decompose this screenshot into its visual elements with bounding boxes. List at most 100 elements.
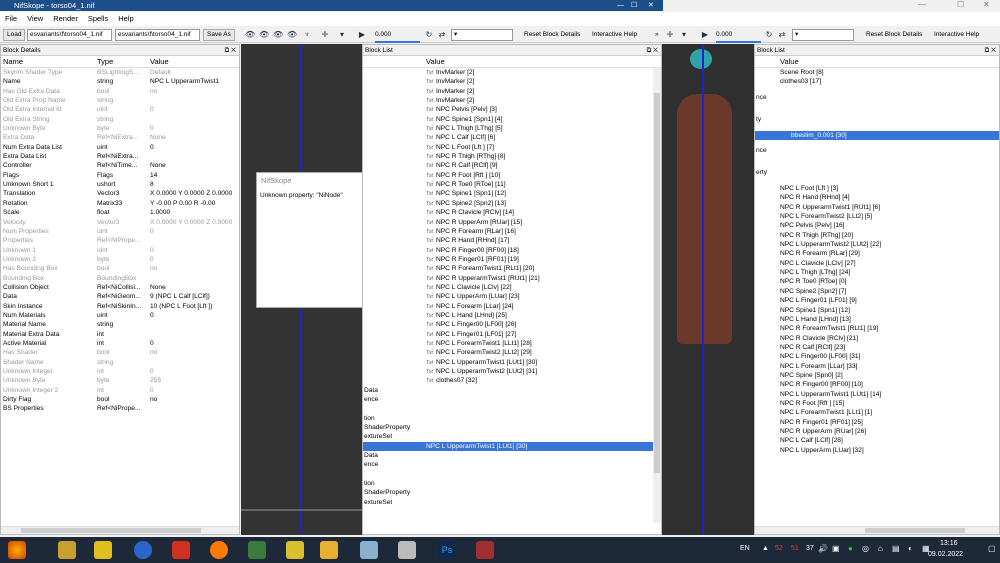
bone-icon[interactable]: ♆: [302, 30, 312, 40]
animation-select[interactable]: ▾: [792, 29, 854, 41]
detail-row[interactable]: Old Extra String string: [1, 115, 239, 124]
loop-icon[interactable]: ↻: [764, 30, 774, 40]
load-path-field[interactable]: esvariants\f\torso04_1.nif: [27, 29, 112, 41]
clock-time[interactable]: 13:16: [940, 540, 958, 547]
detail-row[interactable]: Name string NPC L UpperarmTwist1: [1, 77, 239, 86]
detail-row[interactable]: Unknown Short 1 ushort 8: [1, 180, 239, 189]
block-row[interactable]: Txt NPC L ForearmTwist2 [LLt2] [29]: [363, 348, 661, 357]
block-row[interactable]: Txt NPC Pelvis [Pelv] [3]: [363, 105, 661, 114]
detail-row[interactable]: Has Shader bool no: [1, 348, 239, 357]
block-row[interactable]: Txt NPC L Foot [Lft ] [7]: [363, 143, 661, 152]
interactive-help[interactable]: Interactive Help: [592, 29, 637, 41]
block-row[interactable]: NPC L Clavicle [LClv] [27]: [755, 259, 999, 268]
menu-help[interactable]: Help: [113, 12, 138, 26]
block-row[interactable]: Txt NPC L UpperarmTwist1 [LUt1] [30]: [363, 358, 661, 367]
tray-icon[interactable]: ▣: [832, 544, 840, 553]
detail-row[interactable]: Unknown 2 byte 0: [1, 255, 239, 264]
tray-icon[interactable]: ●: [848, 544, 853, 553]
block-row[interactable]: Txt clothes07 [32]: [363, 376, 661, 385]
block-row[interactable]: NPC Spine2 [Spn2] [7]: [755, 287, 999, 296]
close-icon[interactable]: ✕: [983, 0, 990, 9]
block-row[interactable]: NPC L Foot [Lft ] [3]: [755, 184, 999, 193]
detail-row[interactable]: Unknown Byte byte 0: [1, 124, 239, 133]
more-icon[interactable]: »: [655, 29, 659, 41]
app-icon[interactable]: [58, 541, 76, 559]
detail-row[interactable]: Scale float 1.0000: [1, 208, 239, 217]
block-row[interactable]: NPC L Forearm [LLar] [33]: [755, 362, 999, 371]
detail-row[interactable]: Extra Data Ref<NiExtra... None: [1, 133, 239, 142]
column-name[interactable]: Name: [3, 56, 23, 68]
block-row[interactable]: Txt NPC R Foot [Rft ] [10]: [363, 171, 661, 180]
view-eye-icon[interactable]: 👁: [259, 30, 269, 40]
block-row[interactable]: NPC R ForearmTwist1 [RLt1] [19]: [755, 324, 999, 333]
block-row[interactable]: NPC R Finger00 [RF00] [10]: [755, 380, 999, 389]
detail-row[interactable]: Shader Name string: [1, 358, 239, 367]
block-row[interactable]: NPC Pelvis [Pelv] [16]: [755, 221, 999, 230]
block-row[interactable]: ty: [755, 109, 999, 131]
block-row[interactable]: Txt NPC L Finger00 [LF00] [26]: [363, 320, 661, 329]
block-row[interactable]: Txt NPC R Hand [RHnd] [17]: [363, 236, 661, 245]
block-row[interactable]: [363, 470, 661, 479]
play-icon[interactable]: ▶: [700, 30, 710, 40]
detail-row[interactable]: Velocity Vector3 X 0.0000 Y 0.0000 Z 0.000…: [1, 218, 239, 227]
block-row[interactable]: erty: [755, 162, 999, 184]
block-row[interactable]: bbeslim_0.001 [30]: [755, 130, 999, 141]
block-row[interactable]: Txt NPC R Clavicle [RClv] [14]: [363, 208, 661, 217]
tray-icon[interactable]: ▤: [892, 544, 900, 553]
detail-row[interactable]: BS Properties Ref<NiPrope...: [1, 404, 239, 413]
time-slider[interactable]: [716, 41, 761, 43]
close-icon[interactable]: ⧉ ✕: [225, 45, 236, 56]
detail-row[interactable]: Unknown Integer int 0: [1, 367, 239, 376]
detail-row[interactable]: Has Old Extra Data bool no: [1, 87, 239, 96]
maximize-icon[interactable]: ☐: [957, 0, 964, 9]
block-row[interactable]: NPC R Finger01 [RF01] [25]: [755, 418, 999, 427]
block-row[interactable]: Txt NPC L Clavicle [LClv] [22]: [363, 283, 661, 292]
maximize-icon[interactable]: ☐: [631, 0, 637, 11]
tray-expand-icon[interactable]: ▲: [762, 545, 769, 552]
detail-row[interactable]: Num Materials uint 0: [1, 311, 239, 320]
folder-icon[interactable]: [320, 541, 338, 559]
detail-row[interactable]: Old Extra Internal Id uint 0: [1, 105, 239, 114]
close-icon[interactable]: ✕: [648, 0, 654, 11]
app-icon[interactable]: [248, 541, 266, 559]
block-row[interactable]: Scene Root [8]: [755, 68, 999, 77]
swap-icon[interactable]: ⇄: [777, 30, 787, 40]
tray-icon[interactable]: ◎: [862, 544, 869, 553]
block-row[interactable]: ShaderProperty: [363, 423, 661, 432]
volume-icon[interactable]: 🔊: [818, 544, 828, 553]
detail-row[interactable]: Unknown Byte byte 255: [1, 376, 239, 385]
block-row[interactable]: NPC L Thigh [LThg] [24]: [755, 268, 999, 277]
detail-row[interactable]: Has Bounding Box bool no: [1, 264, 239, 273]
detail-row[interactable]: Material Extra Data int: [1, 330, 239, 339]
block-row[interactable]: NPC R Thigh [RThg] [20]: [755, 231, 999, 240]
column-value[interactable]: Value: [780, 56, 799, 68]
tray-icon[interactable]: ◐: [908, 544, 913, 553]
block-row[interactable]: Txt NPC R ForearmTwist1 [RLt1] [20]: [363, 264, 661, 273]
block-row[interactable]: NPC L Hand [LHnd] [13]: [755, 315, 999, 324]
menu-file[interactable]: File: [0, 12, 22, 26]
block-row[interactable]: Txt NPC R UpperarmTwist1 [RUt1] [21]: [363, 274, 661, 283]
minimize-icon[interactable]: —: [918, 0, 926, 9]
block-row[interactable]: Txt NPC R UpperArm [RUar] [15]: [363, 218, 661, 227]
menu-spells[interactable]: Spells: [83, 12, 113, 26]
close-icon[interactable]: ⧉ ✕: [985, 45, 996, 56]
column-type[interactable]: Type: [97, 56, 113, 68]
block-row[interactable]: ShaderProperty: [363, 488, 661, 497]
block-row[interactable]: clothes03 [17]: [755, 77, 999, 86]
column-value[interactable]: Value: [150, 56, 169, 68]
nifskope-icon[interactable]: [398, 541, 416, 559]
block-row[interactable]: ence: [363, 395, 661, 404]
block-row[interactable]: Txt NPC L UpperarmTwist2 [LUt2] [31]: [363, 367, 661, 376]
block-row[interactable]: Txt NPC L Finger01 [LF01] [27]: [363, 330, 661, 339]
play-icon[interactable]: ▶: [357, 30, 367, 40]
view-eye-icon[interactable]: 👁: [273, 30, 283, 40]
block-row[interactable]: nce: [755, 140, 999, 162]
block-row[interactable]: NPC L UpperarmTwist1 [LUt1] [14]: [755, 390, 999, 399]
block-row[interactable]: Txt NPC L Calf [LClf] [6]: [363, 133, 661, 142]
block-row[interactable]: nce: [755, 87, 999, 109]
block-row[interactable]: Txt NPC L ForearmTwist1 [LLt1] [28]: [363, 339, 661, 348]
close-icon[interactable]: ⧉ ✕: [647, 45, 658, 56]
detail-row[interactable]: Rotation Matrix33 Y -0.00 P 0.00 R -0.00: [1, 199, 239, 208]
block-row[interactable]: NPC R Foot [Rft ] [15]: [755, 399, 999, 408]
winrar-icon[interactable]: [476, 541, 494, 559]
